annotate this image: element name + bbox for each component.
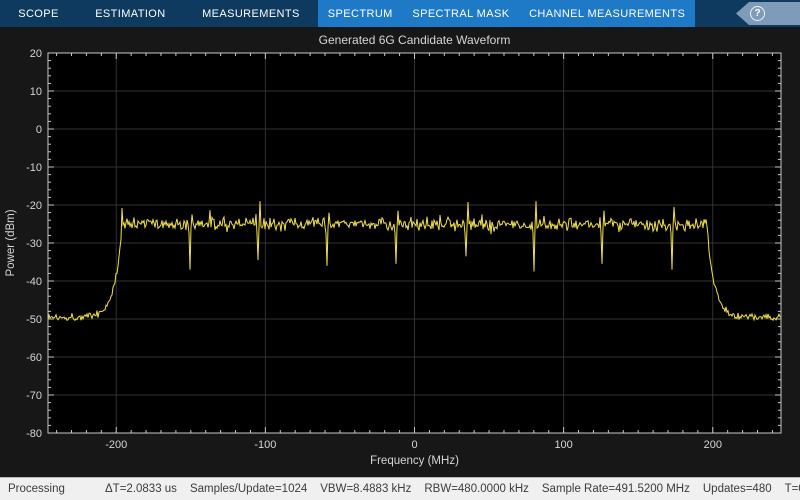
y-tick-label: -30 xyxy=(26,238,42,250)
y-tick-label: -20 xyxy=(26,200,42,212)
x-tick-label: 0 xyxy=(411,439,417,451)
status-metric: ΔT=2.0833 us xyxy=(105,483,177,495)
tab-channel-measurements[interactable]: CHANNEL MEASUREMENTS xyxy=(519,0,695,27)
status-metric: RBW=480.0000 kHz xyxy=(424,483,529,495)
y-tick-label: -80 xyxy=(26,428,42,440)
tab-scope[interactable]: SCOPE xyxy=(0,0,77,27)
question-mark-icon: ? xyxy=(750,6,765,21)
toolstrip: SCOPEESTIMATIONMEASUREMENTS SPECTRUMSPEC… xyxy=(0,0,800,27)
status-metric: VBW=8.4883 kHz xyxy=(320,483,411,495)
tab-spectral-mask[interactable]: SPECTRAL MASK xyxy=(403,0,520,27)
y-tick-label: -10 xyxy=(26,162,42,174)
status-metric: Samples/Update=1024 xyxy=(190,483,307,495)
status-state: Processing xyxy=(8,483,105,495)
toolstrip-tab-group-highlighted: SPECTRUMSPECTRAL MASKCHANNEL MEASUREMENT… xyxy=(318,0,695,27)
x-tick-label: -100 xyxy=(254,439,276,451)
y-tick-label: 10 xyxy=(30,86,42,98)
spectrum-plot[interactable]: Generated 6G Candidate Waveform-200-1000… xyxy=(0,27,800,477)
y-tick-label: -60 xyxy=(26,352,42,364)
tab-measurements[interactable]: MEASUREMENTS xyxy=(184,0,318,27)
spectrum-analyzer-window: SCOPEESTIMATIONMEASUREMENTS SPECTRUMSPEC… xyxy=(0,0,800,500)
x-tick-label: 100 xyxy=(554,439,572,451)
x-axis-label: Frequency (MHz) xyxy=(370,455,459,467)
tab-estimation[interactable]: ESTIMATION xyxy=(77,0,184,27)
status-metrics: ΔT=2.0833 us Samples/Update=1024 VBW=8.488… xyxy=(105,483,800,495)
status-metric: T=0.0 xyxy=(785,483,800,495)
toolstrip-tab-group-main: SCOPEESTIMATIONMEASUREMENTS xyxy=(0,0,318,27)
y-tick-label: -50 xyxy=(26,314,42,326)
status-metric: Sample Rate=491.5200 MHz xyxy=(542,483,690,495)
x-tick-label: 200 xyxy=(704,439,722,451)
scope-display: Generated 6G Candidate Waveform-200-1000… xyxy=(0,27,800,477)
y-axis-label: Power (dBm) xyxy=(5,209,17,276)
y-tick-label: -70 xyxy=(26,390,42,402)
x-tick-label: -200 xyxy=(105,439,127,451)
y-tick-label: 0 xyxy=(36,124,42,136)
y-tick-label: -40 xyxy=(26,276,42,288)
status-metric: Updates=480 xyxy=(703,483,772,495)
chart-title: Generated 6G Candidate Waveform xyxy=(319,33,511,47)
help-button[interactable]: ? xyxy=(736,2,800,25)
tab-spectrum[interactable]: SPECTRUM xyxy=(318,0,403,27)
status-bar: Processing ΔT=2.0833 us Samples/Update=10… xyxy=(0,477,800,500)
y-tick-label: 20 xyxy=(30,48,42,60)
